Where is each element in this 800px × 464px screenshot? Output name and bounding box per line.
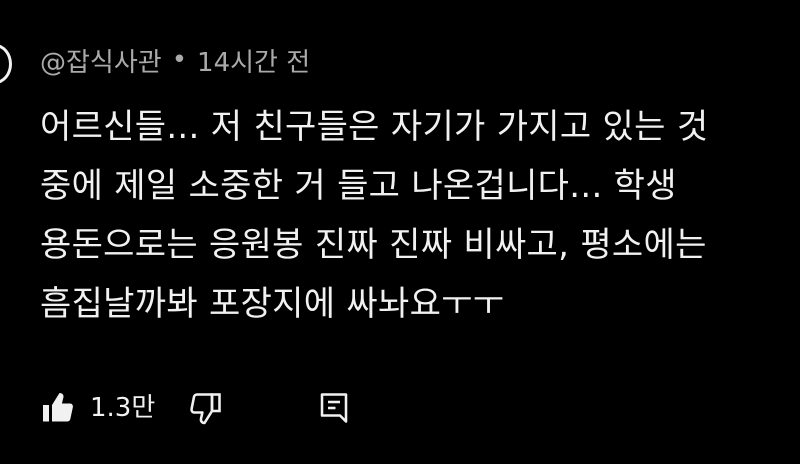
comment-line: 용돈으로는 응원봉 진짜 진짜 비싸고, 평소에는 <box>40 225 707 265</box>
timestamp: 14시간 전 <box>197 47 311 78</box>
like-count: 1.3만 <box>90 393 156 423</box>
comment-actions: 1.3만 <box>40 386 400 430</box>
thumbs-down-outline-icon <box>190 393 221 425</box>
thumbs-up-filled-icon <box>43 393 73 422</box>
comment-line: 흠집날까봐 포장지에 싸놔요ㅜㅜ <box>40 284 505 324</box>
comment-line: 어르신들... 저 친구들은 자기가 가지고 있는 것 <box>40 107 709 147</box>
separator-dot: • <box>171 45 188 75</box>
avatar[interactable] <box>0 44 12 84</box>
comment-header: @잡식사관 • 14시간 전 <box>40 42 310 78</box>
author-handle[interactable]: @잡식사관 <box>40 42 162 79</box>
comment-line: 중에 제일 소중한 거 들고 나온겁니다... 학생 <box>40 166 677 206</box>
comment-body: 어르신들... 저 친구들은 자기가 가지고 있는 것 중에 제일 소중한 거 … <box>40 98 790 334</box>
like-button[interactable] <box>40 386 76 430</box>
dislike-button[interactable] <box>188 386 224 430</box>
reply-button[interactable] <box>316 386 352 430</box>
comment-reply-icon <box>320 393 348 423</box>
